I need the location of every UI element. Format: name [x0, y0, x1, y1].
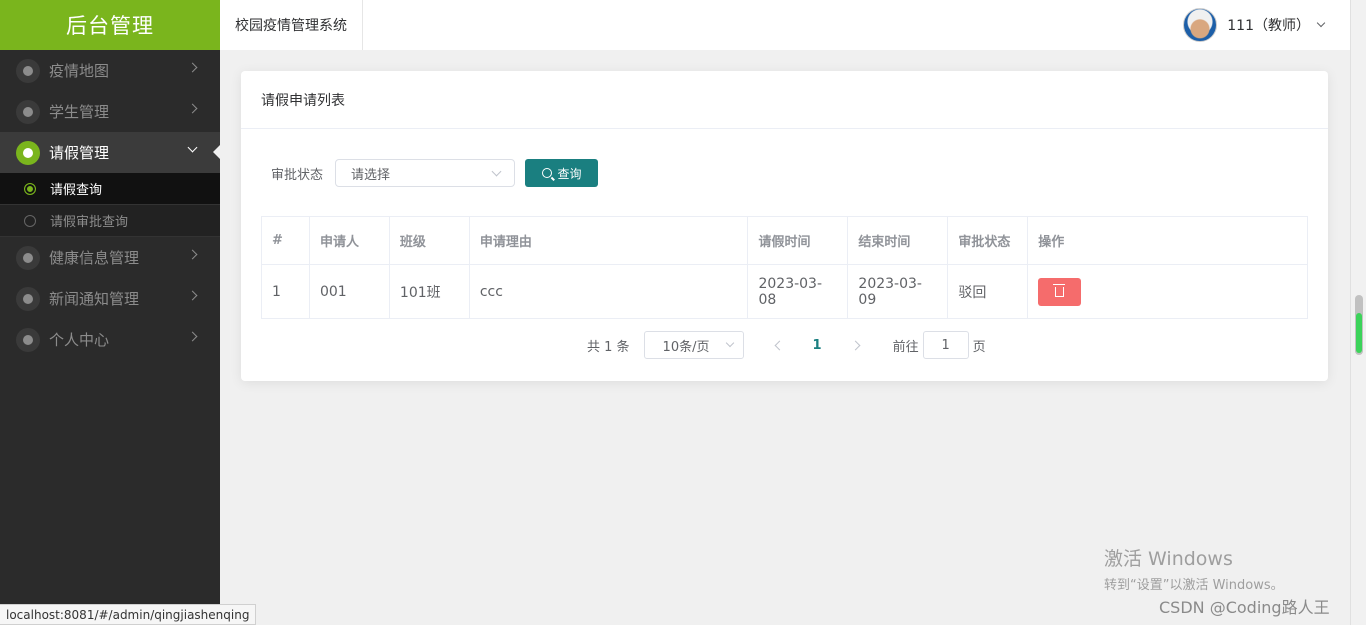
sidebar-subitem-label: 请假查询: [50, 183, 103, 198]
user-menu[interactable]: 111（教师）: [1183, 8, 1326, 42]
chevron-down-icon: [491, 166, 502, 177]
sidebar-subitem-label: 请假审批查询: [50, 215, 129, 230]
activate-title: 激活 Windows: [1104, 548, 1233, 570]
chevron-down-icon: [725, 338, 734, 348]
filter-label: 审批状态: [271, 167, 324, 183]
sidebar: 后台管理 疫情地图 学生管理 请假管理 请假查询 请假审批查询 健康信息管理 新…: [0, 0, 220, 625]
cell-status: 驳回: [947, 264, 1029, 319]
globe-icon: [16, 286, 40, 311]
prev-page-icon[interactable]: [774, 340, 784, 350]
col-actions: 操作: [1027, 216, 1308, 265]
active-indicator: [213, 145, 220, 159]
search-icon: [541, 168, 552, 178]
cell-end-time: 2023-03-09: [847, 264, 949, 319]
status-select[interactable]: 请选择: [335, 159, 516, 187]
globe-icon: [16, 140, 40, 165]
goto-suffix: 页: [972, 339, 986, 355]
page-scrollbar[interactable]: [1350, 0, 1366, 625]
top-header: 校园疫情管理系统 111（教师）: [220, 0, 1350, 50]
card-title: 请假申请列表: [241, 71, 1328, 129]
sidebar-item-label: 个人中心: [49, 331, 110, 349]
chevron-right-icon: [187, 290, 198, 301]
sidebar-subitem-leave-query[interactable]: 请假查询: [0, 173, 220, 205]
goto-page-input[interactable]: 1: [922, 331, 969, 359]
cell-start-time: 2023-03-08: [747, 264, 849, 319]
col-start-time: 请假时间: [747, 216, 849, 265]
sidebar-item-label: 健康信息管理: [49, 249, 140, 267]
col-applicant: 申请人: [308, 216, 390, 265]
globe-icon: [16, 327, 40, 352]
sidebar-item-leave-management[interactable]: 请假管理: [0, 132, 220, 173]
filter-bar: 审批状态 请选择 查询: [271, 159, 599, 187]
cell-class: 101班: [388, 264, 470, 319]
pagination: 共 1 条 10条/页 1 前往 1 页: [587, 331, 986, 359]
chevron-right-icon: [187, 331, 198, 342]
delete-button[interactable]: [1038, 277, 1082, 306]
cell-actions: [1027, 264, 1308, 319]
system-title: 校园疫情管理系统: [220, 0, 363, 50]
col-status: 审批状态: [947, 216, 1029, 265]
sidebar-item-epidemic-map[interactable]: 疫情地图: [0, 50, 220, 91]
page-number-current[interactable]: 1: [813, 338, 822, 353]
page-size-value: 10条/页: [662, 339, 710, 355]
submenu: 请假查询 请假审批查询: [0, 173, 220, 237]
chevron-down-icon: [1316, 18, 1326, 28]
avatar: [1183, 8, 1218, 42]
sidebar-item-label: 请假管理: [49, 144, 110, 162]
chevron-right-icon: [187, 103, 198, 114]
sidebar-item-health-info[interactable]: 健康信息管理: [0, 237, 220, 278]
activate-subtitle: 转到“设置”以激活 Windows。: [1104, 578, 1284, 593]
leave-table: # 申请人 班级 申请理由 请假时间 结束时间 审批状态 操作 1 001 10…: [261, 216, 1308, 319]
globe-icon: [16, 58, 40, 83]
sidebar-item-label: 疫情地图: [49, 62, 110, 80]
windows-activation-watermark: 激活 Windows 转到“设置”以激活 Windows。: [1104, 544, 1284, 593]
trash-icon: [1053, 283, 1066, 297]
sidebar-item-news[interactable]: 新闻通知管理: [0, 278, 220, 319]
col-reason: 申请理由: [468, 216, 749, 265]
chevron-right-icon: [187, 62, 198, 73]
chevron-down-icon: [187, 142, 198, 153]
query-button[interactable]: 查询: [525, 159, 599, 187]
sidebar-item-student-management[interactable]: 学生管理: [0, 91, 220, 132]
status-select-placeholder: 请选择: [351, 167, 391, 183]
cell-reason: ccc: [468, 264, 749, 319]
globe-icon: [16, 245, 40, 270]
sidebar-subitem-leave-approval-query[interactable]: 请假审批查询: [0, 205, 220, 237]
user-name: 111（教师）: [1227, 18, 1310, 34]
table-row: 1 001 101班 ccc 2023-03-08 2023-03-09 驳回: [261, 264, 1308, 319]
pagination-total: 共 1 条: [587, 339, 630, 355]
table-header-row: # 申请人 班级 申请理由 请假时间 结束时间 审批状态 操作: [261, 216, 1308, 265]
chevron-right-icon: [187, 249, 198, 260]
goto-prefix: 前往: [892, 339, 919, 355]
csdn-watermark: CSDN @Coding路人王: [1159, 598, 1330, 617]
sidebar-item-label: 学生管理: [49, 103, 110, 121]
leave-list-card: 请假申请列表 审批状态 请选择 查询 # 申请人 班级 申请理由 请假时间 结束…: [241, 71, 1328, 381]
cell-index: 1: [261, 264, 310, 319]
scrollbar-thumb[interactable]: [1355, 295, 1363, 355]
globe-icon: [16, 99, 40, 124]
brand-title: 后台管理: [0, 0, 220, 50]
dot-icon: [24, 215, 36, 227]
page-size-select[interactable]: 10条/页: [643, 331, 744, 359]
col-index: #: [261, 216, 310, 265]
col-class: 班级: [388, 216, 470, 265]
sidebar-item-label: 新闻通知管理: [49, 290, 140, 308]
dot-icon: [24, 183, 36, 195]
cell-applicant: 001: [308, 264, 390, 319]
sidebar-item-personal-center[interactable]: 个人中心: [0, 319, 220, 360]
next-page-icon[interactable]: [850, 340, 861, 350]
browser-status-url: localhost:8081/#/admin/qingjiashenqing: [0, 604, 257, 625]
col-end-time: 结束时间: [847, 216, 949, 265]
sidebar-menu: 疫情地图 学生管理 请假管理 请假查询 请假审批查询 健康信息管理 新闻通知管理…: [0, 50, 220, 360]
query-button-label: 查询: [557, 166, 582, 181]
